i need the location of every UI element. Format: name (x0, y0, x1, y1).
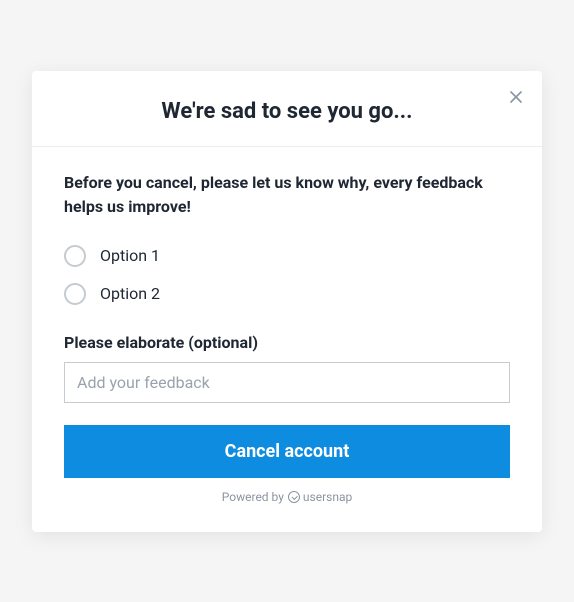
modal-title: We're sad to see you go... (56, 99, 518, 124)
modal-header: We're sad to see you go... (32, 71, 542, 147)
reason-option[interactable]: Option 2 (64, 283, 510, 305)
modal-body: Before you cancel, please let us know wh… (32, 147, 542, 504)
reason-option[interactable]: Option 1 (64, 245, 510, 267)
powered-by-prefix: Powered by (222, 490, 284, 504)
cancel-account-modal: We're sad to see you go... Before you ca… (32, 71, 542, 532)
usersnap-icon (288, 491, 300, 503)
radio-icon (64, 283, 86, 305)
option-label: Option 1 (100, 246, 160, 265)
powered-by: Powered by usersnap (64, 490, 510, 504)
cancel-account-button[interactable]: Cancel account (64, 425, 510, 478)
feedback-input[interactable] (64, 362, 510, 403)
usersnap-label: usersnap (303, 490, 352, 504)
option-label: Option 2 (100, 284, 160, 303)
elaborate-label: Please elaborate (optional) (64, 333, 510, 352)
usersnap-brand[interactable]: usersnap (288, 490, 352, 504)
cancel-reason-prompt: Before you cancel, please let us know wh… (64, 171, 510, 219)
close-button[interactable] (506, 87, 526, 107)
reason-options: Option 1 Option 2 (64, 245, 510, 305)
radio-icon (64, 245, 86, 267)
close-icon (510, 91, 522, 103)
